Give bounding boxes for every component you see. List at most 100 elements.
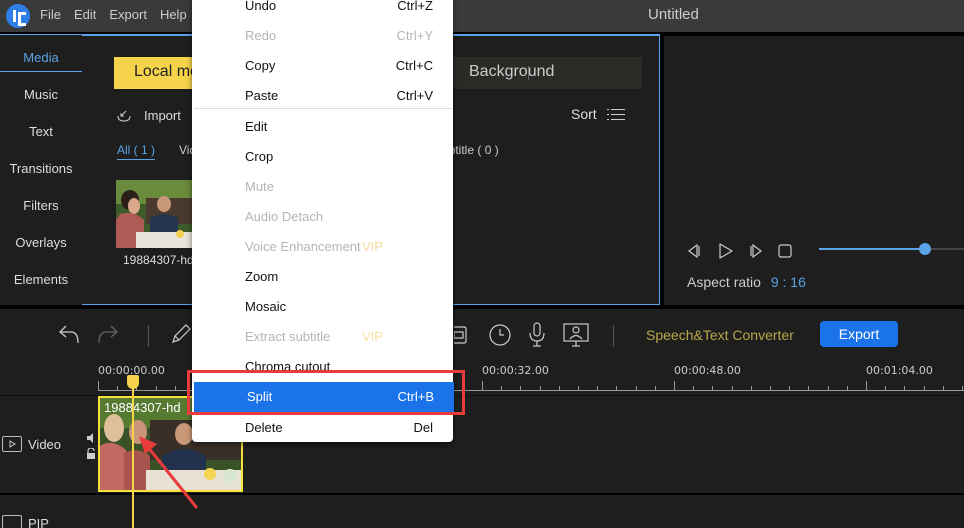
ruler-tick (578, 386, 579, 390)
microphone-icon[interactable] (528, 322, 546, 351)
ruler-tick (904, 386, 905, 390)
menu-item-shortcut: Ctrl+Z (397, 0, 433, 13)
menu-item-label: Mosaic (245, 299, 287, 314)
menu-help[interactable]: Help (160, 7, 187, 22)
sort-button[interactable]: Sort (571, 106, 625, 122)
menu-item-label: Zoom (245, 269, 279, 284)
undo-icon[interactable] (57, 323, 81, 348)
export-button[interactable]: Export (820, 321, 898, 347)
menu-item-label: Redo (245, 28, 277, 43)
playhead-handle[interactable] (127, 375, 139, 389)
redo-icon[interactable] (96, 323, 120, 348)
pip-track-label: PIP (2, 515, 49, 528)
lock-icon[interactable] (86, 447, 96, 462)
timeline-ruler[interactable]: 00:00:00.00 00:00:16.00 00:00:32.00 00:0… (0, 359, 964, 395)
toolbar-divider (613, 325, 614, 347)
ruler-tick (655, 386, 656, 390)
menu-edit[interactable]: Edit (74, 7, 96, 22)
menu-item-label: Undo (245, 0, 277, 13)
context-menu-item-split[interactable]: Split Ctrl+B (194, 382, 454, 412)
next-frame-icon[interactable] (748, 243, 764, 262)
window-title: Untitled (648, 6, 699, 23)
ruler-tick (559, 386, 560, 390)
aspect-ratio: Aspect ratio 9 : 16 (687, 274, 806, 290)
video-track-label: Video (2, 436, 61, 452)
aspect-ratio-value[interactable]: 9 : 16 (771, 274, 806, 290)
context-menu-item-mute: Mute (192, 172, 453, 202)
video-track-name: Video (28, 436, 62, 452)
context-menu-item-paste[interactable]: Paste Ctrl+V (192, 81, 453, 111)
import-label: Import (144, 108, 181, 123)
ruler-tick (828, 386, 829, 390)
vip-badge: VIP (362, 329, 383, 344)
ruler-tick (770, 386, 771, 390)
context-menu-item-copy[interactable]: Copy Ctrl+C (192, 51, 453, 81)
menu-item-shortcut: Del (413, 420, 433, 435)
menu-item-label: Edit (245, 119, 268, 134)
menu-item-shortcut: Ctrl+B (397, 389, 434, 404)
webcam-record-icon[interactable] (563, 323, 589, 352)
ruler-tick (847, 386, 848, 390)
volume-slider[interactable] (819, 243, 964, 255)
ruler-tick (924, 386, 925, 390)
menu-item-shortcut: Ctrl+Y (396, 28, 433, 43)
tab-background[interactable]: Background (469, 63, 554, 81)
tab-divider (528, 66, 529, 80)
ruler-tick (732, 386, 733, 390)
ruler-tick (866, 381, 867, 390)
context-menu-item-undo[interactable]: Undo Ctrl+Z (192, 0, 453, 21)
context-menu-item-crop[interactable]: Crop (192, 142, 453, 172)
ruler-tick (520, 386, 521, 390)
context-menu-item-mosaic[interactable]: Mosaic (192, 292, 453, 322)
sidebar-item-media[interactable]: Media (0, 50, 82, 65)
ruler-tick (98, 381, 99, 390)
context-menu: Undo Ctrl+Z Redo Ctrl+Y Copy Ctrl+C Paste Ctrl+… (192, 0, 454, 443)
volume-slider-fill (819, 248, 925, 250)
playhead[interactable] (132, 376, 134, 528)
volume-slider-knob[interactable] (918, 243, 931, 255)
context-menu-item-zoom[interactable]: Zoom (192, 262, 453, 292)
video-track-icon (2, 436, 22, 452)
menu-export[interactable]: Export (109, 7, 147, 22)
media-thumbnail[interactable] (116, 180, 192, 248)
prev-frame-icon[interactable] (686, 243, 702, 262)
import-icon (116, 109, 132, 122)
speaker-icon[interactable] (86, 431, 96, 446)
import-button[interactable]: Import (116, 108, 181, 123)
ruler-tick (693, 386, 694, 390)
filter-all[interactable]: All ( 1 ) (117, 143, 156, 160)
context-menu-item-voice-enhancement: Voice Enhancement VIP (192, 232, 453, 262)
pencil-icon[interactable] (170, 323, 192, 348)
time-label: 00:01:04.00 (866, 364, 933, 377)
toolbar-divider (148, 325, 149, 347)
pip-track-name: PIP (28, 515, 49, 528)
play-icon[interactable] (716, 242, 734, 263)
context-menu-item-delete[interactable]: Delete Del (192, 413, 453, 443)
ruler-tick (712, 386, 713, 390)
context-menu-item-edit[interactable]: Edit (192, 112, 453, 142)
preview-panel: Aspect ratio 9 : 16 (664, 36, 964, 305)
ruler-tick (943, 386, 944, 390)
ruler-tick (751, 386, 752, 390)
ruler-tick (789, 386, 790, 390)
context-menu-item-chroma-cutout[interactable]: Chroma cutout (192, 352, 453, 382)
pip-track-icon (2, 515, 22, 528)
ruler-tick (962, 386, 963, 390)
menu-item-label: Voice Enhancement (245, 239, 361, 254)
menu-item-shortcut: Ctrl+V (396, 88, 433, 103)
menu-file[interactable]: File (40, 7, 61, 22)
playback-controls (686, 242, 792, 263)
speech-text-converter-button[interactable]: Speech&Text Converter (646, 327, 794, 343)
time-label: 00:00:48.00 (674, 364, 741, 377)
stop-icon[interactable] (778, 244, 792, 261)
ruler-tick (463, 386, 464, 390)
context-menu-item-audio-detach: Audio Detach (192, 202, 453, 232)
context-menu-item-redo: Redo Ctrl+Y (192, 21, 453, 51)
clock-icon[interactable] (488, 323, 512, 350)
menu-item-label: Paste (245, 88, 279, 103)
menu-item-shortcut: Ctrl+C (395, 58, 433, 73)
menu-item-label: Chroma cutout (245, 359, 331, 374)
tab-local-media[interactable]: Local media (114, 57, 194, 89)
ruler-tick (885, 386, 886, 390)
screen-icon[interactable] (453, 325, 468, 348)
